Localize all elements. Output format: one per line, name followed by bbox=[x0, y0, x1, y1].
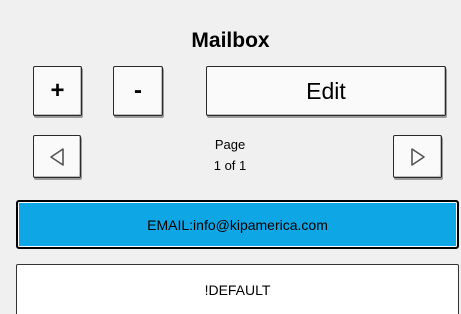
remove-button[interactable]: - bbox=[113, 66, 163, 116]
page-label: Page bbox=[214, 137, 246, 152]
next-page-button[interactable] bbox=[393, 135, 442, 178]
previous-page-button[interactable] bbox=[33, 135, 81, 178]
remove-button-label: - bbox=[134, 77, 142, 104]
mailbox-item-label: !DEFAULT bbox=[204, 281, 271, 298]
mailbox-item[interactable]: EMAIL:info@kipamerica.com bbox=[16, 200, 459, 249]
edit-button[interactable]: Edit bbox=[206, 66, 446, 116]
triangle-right-icon bbox=[410, 147, 426, 167]
page-title: Mailbox bbox=[191, 29, 270, 52]
triangle-left-icon bbox=[49, 147, 65, 167]
add-button[interactable]: + bbox=[33, 66, 82, 116]
add-button-label: + bbox=[50, 77, 65, 104]
mailbox-item-label: EMAIL:info@kipamerica.com bbox=[147, 216, 328, 233]
edit-button-label: Edit bbox=[306, 77, 346, 104]
mailbox-item[interactable]: !DEFAULT bbox=[16, 264, 459, 314]
page-indicator: 1 of 1 bbox=[213, 158, 247, 173]
